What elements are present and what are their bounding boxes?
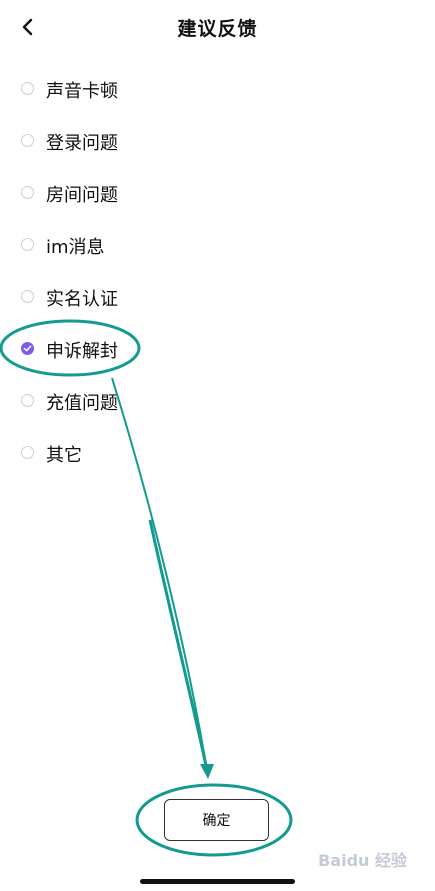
option-label: 房间问题 [46,185,118,206]
header: 建议反馈 [0,0,435,54]
option-item-selected[interactable]: 申诉解封 [0,328,260,368]
radio-button-checked[interactable] [21,342,34,355]
radio-button[interactable] [21,290,34,303]
radio-button[interactable] [21,238,34,251]
option-label: 其它 [46,445,82,466]
radio-button[interactable] [21,394,34,407]
option-label: 登录问题 [46,133,118,154]
option-label: 充值问题 [46,393,118,414]
option-item[interactable]: 充值问题 [0,380,260,420]
page-title: 建议反馈 [177,18,258,40]
home-indicator[interactable] [140,879,295,884]
option-label: 实名认证 [46,289,118,310]
radio-button[interactable] [21,82,34,95]
radio-button[interactable] [21,446,34,459]
option-item[interactable]: 实名认证 [0,276,260,316]
option-item[interactable]: im消息 [0,224,260,264]
radio-button[interactable] [21,134,34,147]
option-label: im消息 [46,237,105,258]
option-item[interactable]: 其它 [0,432,260,472]
annotation-arrow-line-bold [148,519,209,771]
radio-button[interactable] [21,186,34,199]
feedback-page: 建议反馈 声音卡顿 登录问题 房间问题 im消息 实名认证 申诉解封 充值问题 … [0,0,435,891]
check-icon [23,345,32,352]
option-item[interactable]: 登录问题 [0,120,260,160]
confirm-button[interactable]: 确定 [164,799,269,841]
watermark-logo: Baidu 经验 [318,851,407,870]
option-label: 声音卡顿 [46,81,118,102]
option-item[interactable]: 声音卡顿 [0,68,260,108]
arrow-head-icon [200,764,214,779]
option-label: 申诉解封 [46,341,118,362]
option-item[interactable]: 房间问题 [0,172,260,212]
